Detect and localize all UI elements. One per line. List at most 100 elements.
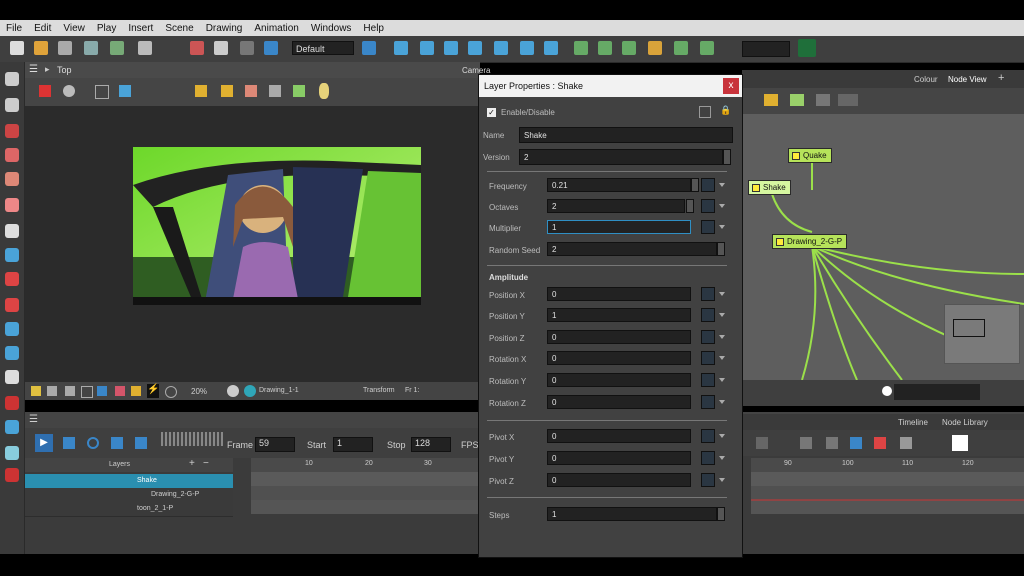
motion-keyframe-icon[interactable]	[850, 437, 862, 449]
stop-motion-icon[interactable]	[874, 437, 886, 449]
close-button[interactable]: x	[723, 78, 739, 94]
hand-tool-icon[interactable]	[5, 370, 19, 384]
ruler-icon[interactable]	[269, 85, 281, 97]
workspace-select[interactable]: Default	[292, 41, 354, 55]
pivot-z-function-icon[interactable]	[701, 473, 715, 487]
menu-file[interactable]: File	[0, 23, 28, 34]
bulb-icon[interactable]	[31, 386, 41, 396]
lightning-icon[interactable]: ⚡	[147, 384, 159, 398]
pivot-y-function-icon[interactable]	[701, 451, 715, 465]
brush-preset-icon[interactable]	[798, 39, 816, 57]
enable-checkbox[interactable]: ✓	[487, 108, 496, 117]
node-group-icon[interactable]	[790, 94, 804, 106]
play-selection-icon[interactable]	[63, 437, 75, 449]
sound-icon[interactable]	[111, 437, 123, 449]
steps-spinner[interactable]	[717, 507, 725, 521]
settings-icon[interactable]	[63, 85, 75, 97]
add-layer-icon[interactable]: +	[189, 458, 195, 469]
layer-row[interactable]: Shake	[25, 474, 233, 489]
navigator-viewport[interactable]	[953, 319, 985, 337]
octaves-menu-icon[interactable]	[719, 204, 725, 208]
version-spinner[interactable]	[723, 149, 731, 165]
motion-path-icon[interactable]	[544, 41, 558, 55]
color-icon[interactable]	[115, 386, 125, 396]
menu-animation[interactable]: Animation	[248, 23, 304, 34]
save-as-icon[interactable]	[84, 41, 98, 55]
frequency-function-icon[interactable]	[701, 178, 715, 192]
transform-tool-icon[interactable]	[5, 420, 19, 434]
morph-tool-icon[interactable]	[5, 446, 19, 460]
light-table-icon[interactable]	[319, 83, 329, 99]
breadcrumb[interactable]: Top	[57, 65, 72, 75]
position-x-function-icon[interactable]	[701, 287, 715, 301]
position-y-menu-icon[interactable]	[719, 313, 725, 317]
layer-row[interactable]: Drawing_2-G-P	[25, 488, 233, 503]
dropper-tool-icon[interactable]	[5, 298, 19, 312]
tab-node-library[interactable]: Node Library	[942, 418, 988, 427]
multiplier-function-icon[interactable]	[701, 220, 715, 234]
position-z-menu-icon[interactable]	[719, 335, 725, 339]
grid-icon[interactable]	[95, 85, 109, 99]
node-navigator[interactable]	[944, 304, 1020, 364]
spline-offset-icon[interactable]	[520, 41, 534, 55]
frequency-spinner[interactable]	[691, 178, 699, 192]
transform-icon[interactable]	[394, 41, 408, 55]
add-tab-icon[interactable]: +	[998, 72, 1004, 84]
position-y-function-icon[interactable]	[701, 308, 715, 322]
pivot-x-field[interactable]: 0	[547, 429, 691, 443]
safe-area-icon[interactable]	[119, 85, 131, 97]
steps-field[interactable]: 1	[547, 507, 717, 521]
new-icon[interactable]	[10, 41, 24, 55]
lock-checkbox[interactable]	[699, 106, 711, 118]
text-tool-icon[interactable]	[5, 224, 19, 238]
lock-icon[interactable]	[195, 85, 207, 97]
zoom-level[interactable]: 20%	[191, 387, 207, 396]
cutter-tool-icon[interactable]	[5, 248, 19, 262]
menu-icon[interactable]: ☰	[29, 64, 38, 75]
node-text-icon[interactable]	[838, 94, 858, 106]
tab-colour[interactable]: Colour	[914, 75, 938, 84]
tab-timeline[interactable]: Timeline	[898, 418, 928, 427]
rotation-y-function-icon[interactable]	[701, 373, 715, 387]
octaves-field[interactable]: 2	[547, 199, 685, 213]
random-seed-spinner[interactable]	[717, 242, 725, 256]
menu-view[interactable]: View	[57, 23, 91, 34]
zoom-tool-icon[interactable]	[5, 346, 19, 360]
unlock-icon[interactable]	[221, 85, 233, 97]
stop-field[interactable]: 128	[411, 437, 451, 452]
position-z-function-icon[interactable]	[701, 330, 715, 344]
rotation-z-menu-icon[interactable]	[719, 400, 725, 404]
paint-tool-icon[interactable]	[5, 272, 19, 286]
menu-help[interactable]: Help	[357, 23, 390, 34]
stamp-tool-icon[interactable]	[5, 172, 19, 186]
onion-skin-icon[interactable]	[293, 85, 305, 97]
rotation-x-menu-icon[interactable]	[719, 356, 725, 360]
menu-drawing[interactable]: Drawing	[200, 23, 249, 34]
open-icon[interactable]	[34, 41, 48, 55]
skew-icon[interactable]	[468, 41, 482, 55]
dialog-titlebar[interactable]: Layer Properties : Shake x	[479, 75, 742, 97]
multiplier-field[interactable]: 1	[547, 220, 691, 234]
bone-tool-icon[interactable]	[5, 468, 19, 482]
contour-editor-icon[interactable]	[5, 98, 19, 112]
camera-icon[interactable]	[97, 386, 107, 396]
node-shake[interactable]: Shake	[748, 180, 791, 195]
composite-icon[interactable]	[622, 41, 636, 55]
frequency-field[interactable]: 0.21	[547, 178, 691, 192]
layer-row[interactable]: toon_2_1-P	[25, 502, 233, 517]
pivot-tool-icon[interactable]	[5, 322, 19, 336]
node-peg-icon[interactable]	[764, 94, 778, 106]
view-icon[interactable]	[65, 386, 75, 396]
pivot-z-field[interactable]: 0	[547, 473, 691, 487]
workspace-manager-icon[interactable]	[362, 41, 376, 55]
rotate-view-icon[interactable]	[165, 386, 177, 398]
padlock-icon[interactable]	[131, 386, 141, 396]
delete-icon[interactable]	[240, 41, 254, 55]
pivot-x-function-icon[interactable]	[701, 429, 715, 443]
drawing-pivot-icon[interactable]	[5, 396, 19, 410]
select-tool-icon[interactable]	[5, 72, 19, 86]
brush-tool-icon[interactable]	[5, 124, 19, 138]
cut-icon[interactable]	[190, 41, 204, 55]
keyframe-icon[interactable]	[756, 437, 768, 449]
remove-keyframe-icon[interactable]	[826, 437, 838, 449]
